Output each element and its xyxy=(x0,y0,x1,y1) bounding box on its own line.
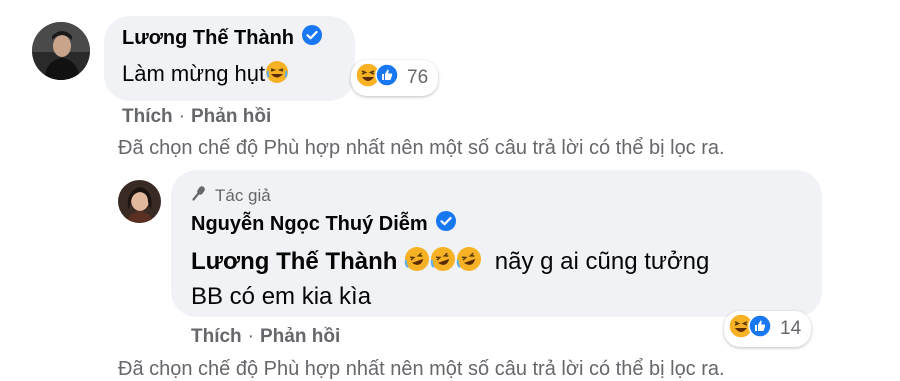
avatar-luong-the-thanh[interactable] xyxy=(32,22,90,80)
reaction-count: 14 xyxy=(780,318,802,339)
like-reaction-icon xyxy=(748,314,772,344)
avatar-nguyen-ngoc-thuy-diem[interactable] xyxy=(118,180,161,223)
comment-actions: Thích · Phản hồi xyxy=(122,106,271,128)
comment-text: Làm mừng hụt xyxy=(122,60,266,86)
separator-dot: · xyxy=(178,106,185,127)
reply-action[interactable]: Phản hồi xyxy=(191,106,271,127)
author-name-text[interactable]: Lương Thế Thành xyxy=(122,27,294,50)
rolling-laughing-emoji-icon xyxy=(404,246,430,279)
reaction-summary[interactable]: 76 xyxy=(351,60,439,96)
rolling-laughing-emoji-icon xyxy=(456,246,482,279)
reply-bubble: Tác giả Nguyễn Ngọc Thuý Diễm Lương Thế … xyxy=(171,170,822,317)
microphone-icon xyxy=(191,184,209,207)
verified-badge-icon xyxy=(435,211,456,237)
rolling-laughing-emoji-icon xyxy=(430,246,456,279)
like-action[interactable]: Thích xyxy=(122,106,173,127)
comment-bubble: Lương Thế Thành Làm mừng hụt xyxy=(104,16,355,101)
separator-dot: · xyxy=(247,326,254,347)
filter-note-bottom: Đã chọn chế độ Phù hợp nhất nên một số c… xyxy=(118,358,725,380)
like-action[interactable]: Thích xyxy=(191,326,242,347)
like-reaction-icon xyxy=(375,63,399,93)
reply-action[interactable]: Phản hồi xyxy=(260,326,340,347)
filter-note: Đã chọn chế độ Phù hợp nhất nên một số c… xyxy=(118,137,725,159)
reply-text-line2: BB có em kia kìa xyxy=(191,283,372,310)
reply-actions: Thích · Phản hồi xyxy=(191,326,340,348)
author-tag-label: Tác giả xyxy=(215,185,271,205)
verified-badge-icon xyxy=(302,25,323,51)
author-tag: Tác giả xyxy=(191,184,271,207)
reply-reaction-summary[interactable]: 14 xyxy=(724,311,812,347)
reply-author-name[interactable]: Nguyễn Ngọc Thuý Diễm xyxy=(191,211,456,237)
comment-author-name[interactable]: Lương Thế Thành xyxy=(122,25,323,51)
author-name-text[interactable]: Nguyễn Ngọc Thuý Diễm xyxy=(191,213,428,236)
mention-link[interactable]: Lương Thế Thành xyxy=(191,248,397,275)
reply-text-line1: nãy g ai cũng tưởng xyxy=(494,247,710,275)
laughing-emoji-icon xyxy=(265,60,289,90)
reaction-count: 76 xyxy=(407,67,429,88)
